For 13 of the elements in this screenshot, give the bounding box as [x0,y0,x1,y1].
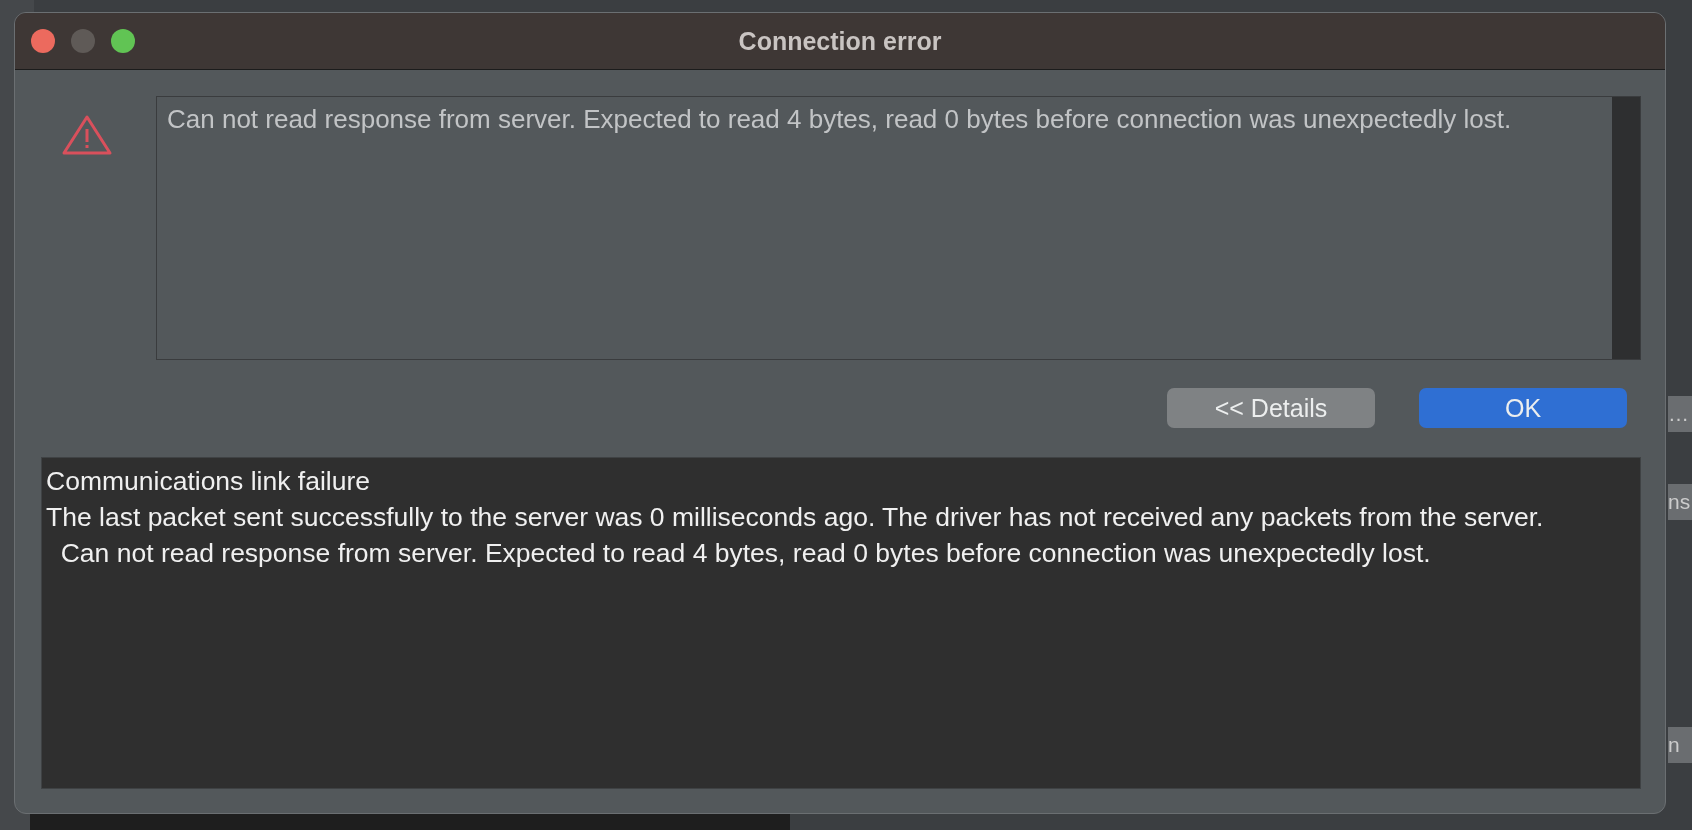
details-line: Can not read response from server. Expected to read 4 bytes, read 0 bytes before connection was unexpectedly lost. [59,537,1432,570]
details-line: Communications link failure [46,465,372,498]
background-button[interactable]: … [1668,396,1692,432]
ok-button[interactable]: OK [1419,388,1627,428]
zoom-button[interactable] [111,29,135,53]
error-message: Can not read response from server. Expected to read 4 bytes, read 0 bytes before connection was unexpectedly lost. [166,103,1513,136]
close-button[interactable] [31,29,55,53]
details-button[interactable]: << Details [1167,388,1375,428]
details-line: The last packet sent successfully to the server was 0 milliseconds ago. The driver has not received any packets from the server. [46,501,1545,534]
background-button[interactable]: ns [1668,484,1692,520]
background-button[interactable]: n [1668,727,1692,763]
warning-icon [61,114,113,156]
window-title: Connection error [738,26,942,56]
